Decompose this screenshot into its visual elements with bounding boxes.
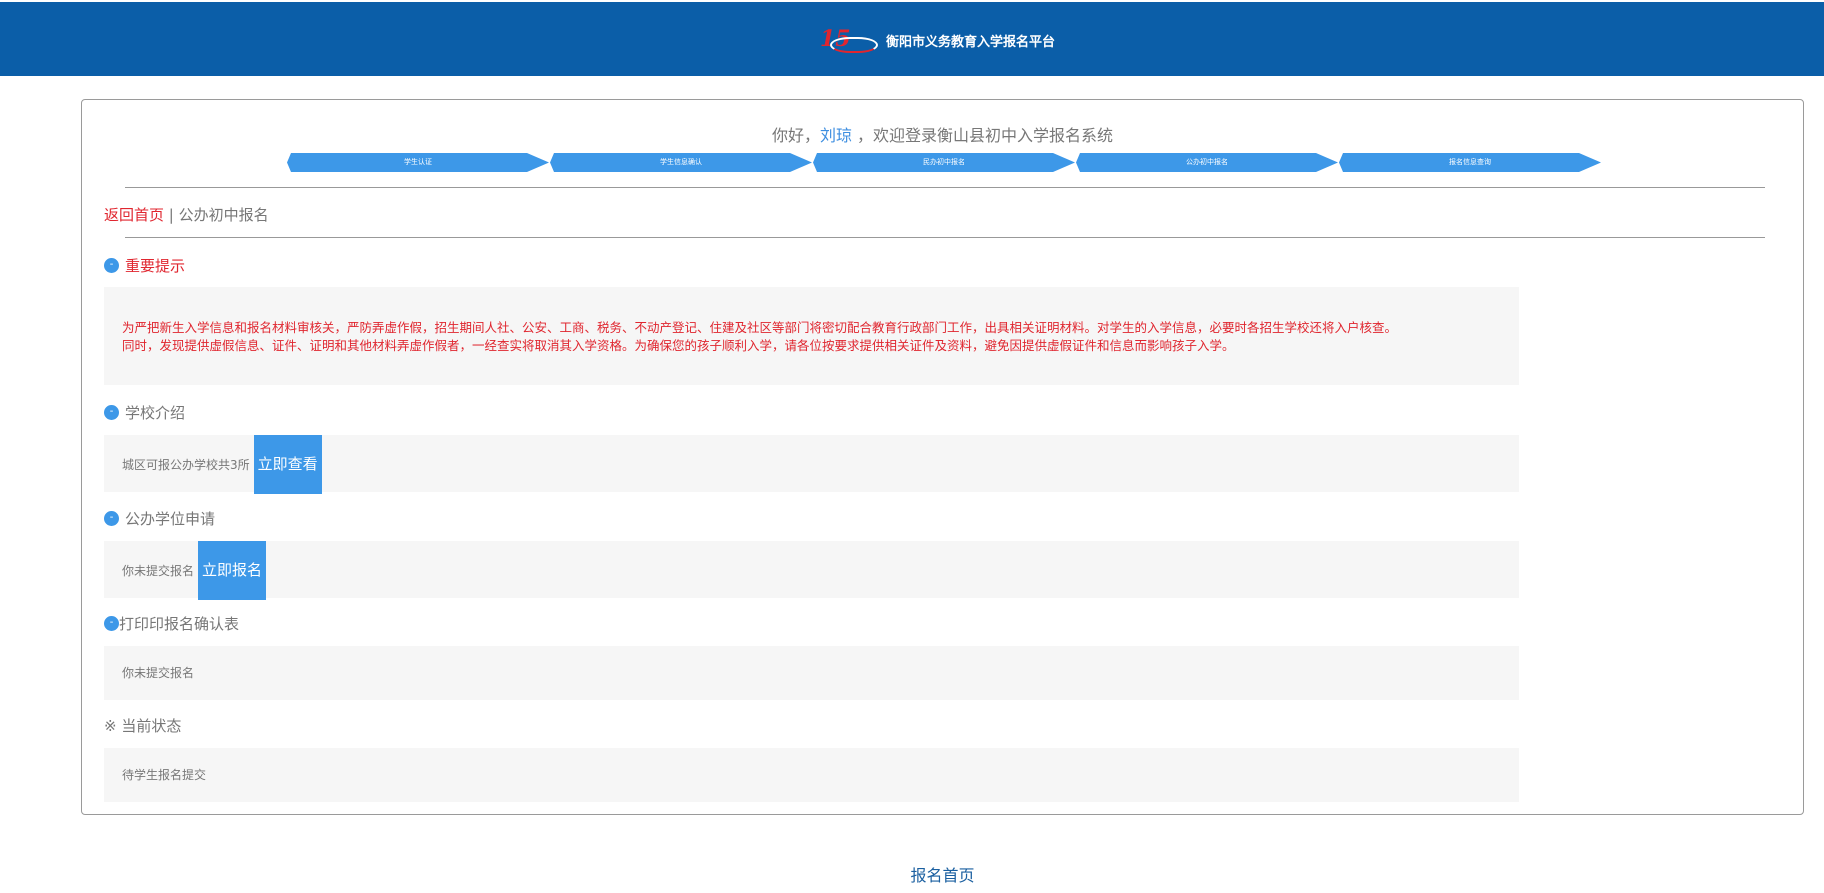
step-private-apply[interactable]: 民办初中报名 xyxy=(813,153,1075,172)
user-name: 刘琼 xyxy=(819,126,852,145)
collapse-icon[interactable]: - xyxy=(104,616,119,631)
brand: 15 衡阳市义务教育入学报名平台 xyxy=(820,26,1055,54)
current-status-text: 待学生报名提交 xyxy=(122,768,207,782)
notice-line-2: 同时，发现提供虚假信息、证件、证明和其他材料弄虚作假者，一经查实将取消其入学资格… xyxy=(122,338,1235,353)
section-apply-title[interactable]: - 公办学位申请 xyxy=(104,508,215,529)
main-card: 你好，刘琼 ，欢迎登录衡山县初中入学报名系统 学生认证 学生信息确认 民办初中报… xyxy=(81,99,1804,815)
registration-home-link[interactable]: 报名首页 xyxy=(0,862,1824,886)
view-now-button[interactable]: 立即查看 xyxy=(253,435,322,494)
section-important-title[interactable]: - 重要提示 xyxy=(104,255,185,276)
collapse-icon[interactable]: - xyxy=(104,405,119,420)
school-intro-panel: 城区可报公办学校共3所 立即查看 xyxy=(104,435,1519,494)
section-status-title: ※ 当前状态 xyxy=(104,717,182,735)
section-print-title[interactable]: - 打印印报名确认表 xyxy=(104,613,239,634)
platform-title: 衡阳市义务教育入学报名平台 xyxy=(886,34,1056,50)
section-school-intro-title[interactable]: - 学校介绍 xyxy=(104,402,185,423)
status-panel: 待学生报名提交 xyxy=(104,748,1519,802)
breadcrumb: 返回首页 | 公办初中报名 xyxy=(104,204,269,225)
notice-line-1: 为严把新生入学信息和报名材料审核关，严防弄虚作假，招生期间人社、公安、工商、税务… xyxy=(122,320,1398,335)
logo-swoosh-icon xyxy=(830,37,878,53)
apply-status-text: 你未提交报名 xyxy=(122,564,195,578)
print-status-text: 你未提交报名 xyxy=(122,666,195,680)
collapse-icon[interactable]: - xyxy=(104,258,119,273)
breadcrumb-separator: | xyxy=(164,206,179,224)
collapse-icon[interactable]: - xyxy=(104,511,119,526)
top-header-bar: 15 衡阳市义务教育入学报名平台 xyxy=(0,2,1824,76)
welcome-message: 你好，刘琼 ，欢迎登录衡山县初中入学报名系统 xyxy=(82,122,1803,146)
step-public-apply[interactable]: 公办初中报名 xyxy=(1076,153,1338,172)
apply-panel: 你未提交报名 立即报名 xyxy=(104,541,1519,600)
step-student-auth[interactable]: 学生认证 xyxy=(287,153,549,172)
print-panel: 你未提交报名 xyxy=(104,646,1519,700)
step-info-query[interactable]: 报名信息查询 xyxy=(1339,153,1601,172)
platform-logo: 15 xyxy=(820,26,878,53)
step-info-confirm[interactable]: 学生信息确认 xyxy=(550,153,812,172)
school-count-text: 城区可报公办学校共3所 xyxy=(122,458,250,472)
important-notice-panel: 为严把新生入学信息和报名材料审核关，严防弄虚作假，招生期间人社、公安、工商、税务… xyxy=(104,287,1519,385)
welcome-prefix: 你好， xyxy=(771,126,820,145)
welcome-suffix: ，欢迎登录衡山县初中入学报名系统 xyxy=(851,126,1114,145)
apply-now-button[interactable]: 立即报名 xyxy=(198,541,267,600)
back-home-link[interactable]: 返回首页 xyxy=(104,206,164,224)
divider-top xyxy=(125,187,1765,188)
divider-bottom xyxy=(125,237,1765,238)
breadcrumb-current: 公办初中报名 xyxy=(178,206,269,224)
